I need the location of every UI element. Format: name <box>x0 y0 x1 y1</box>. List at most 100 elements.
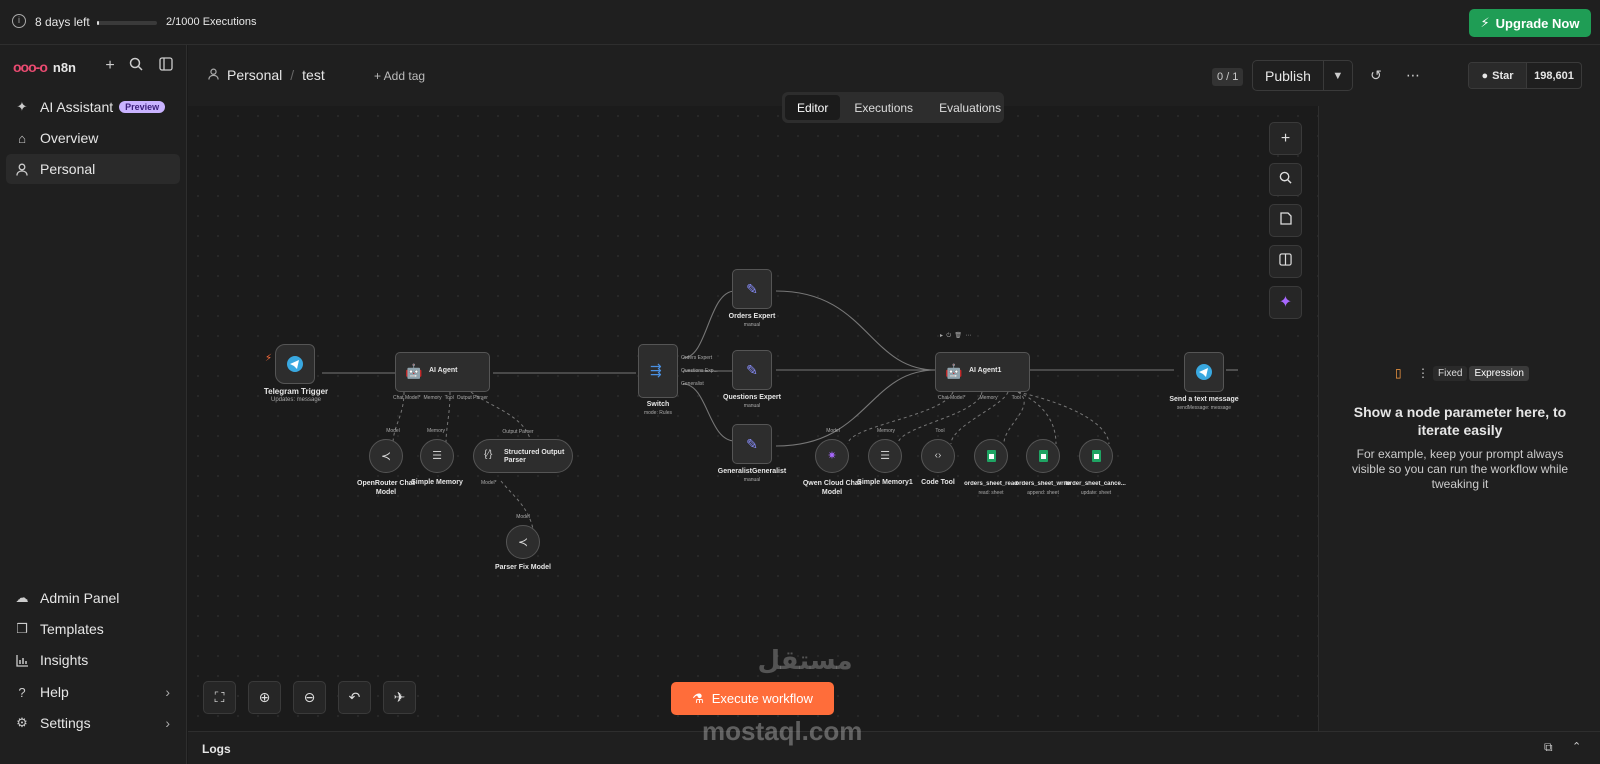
orders-sheet-write-node[interactable] <box>1026 439 1060 473</box>
sidebar-item-personal[interactable]: Personal <box>6 154 180 184</box>
switch-node[interactable]: ⇶ <box>638 344 678 398</box>
github-icon: ● <box>1481 69 1489 82</box>
switch-icon: ⇶ <box>650 362 662 378</box>
node-title: GeneralistGeneralist <box>717 468 787 475</box>
cloud-icon: ☁ <box>15 590 29 605</box>
orders-expert-node[interactable]: ✎ <box>732 269 772 309</box>
ai-builder-button[interactable]: ✦ <box>1269 286 1302 319</box>
node-title: Simple Memory <box>411 479 463 486</box>
structured-output-parser-node[interactable]: {⁄} Structured Output Parser <box>473 439 573 473</box>
port-label: Memory <box>423 395 442 401</box>
google-sheets-icon <box>1039 450 1048 462</box>
node-subtitle: mode: Rules <box>643 410 673 416</box>
orders-sheet-read-node[interactable] <box>974 439 1008 473</box>
sticky-note-button[interactable] <box>1269 204 1302 237</box>
more-icon[interactable]: ⋯ <box>1404 66 1422 84</box>
workflow-canvas[interactable]: ⚡ Telegram Trigger Updates: message 🤖 AI… <box>188 106 1318 731</box>
sidebar-item-overview[interactable]: ⌂ Overview <box>6 123 180 153</box>
toggle-panel-button[interactable] <box>1269 245 1302 278</box>
simple-memory1-node[interactable]: ☰ <box>868 439 902 473</box>
execute-workflow-button[interactable]: ⚗ Execute workflow <box>671 682 834 715</box>
zoom-in-button[interactable]: ⊕ <box>248 681 281 714</box>
database-icon: ☰ <box>432 450 442 462</box>
more-vertical-icon[interactable]: ⋮ <box>1417 366 1429 380</box>
tab-evaluations[interactable]: Evaluations <box>927 95 1013 120</box>
add-tag-button[interactable]: + Add tag <box>374 69 425 83</box>
undo-icon: ↶ <box>348 689 361 705</box>
port-label: Generalist <box>681 381 704 387</box>
search-icon[interactable] <box>127 57 145 75</box>
send-message-node[interactable] <box>1184 352 1224 392</box>
node-subtitle: manual <box>743 322 761 328</box>
fixed-expression-toggle[interactable]: Fixed Expression <box>1433 366 1529 381</box>
sidebar-item-label: AI Assistant <box>40 99 114 115</box>
publish-button[interactable]: Publish ▼ <box>1252 60 1353 91</box>
search-nodes-button[interactable] <box>1269 163 1302 196</box>
add-icon[interactable]: + <box>101 57 119 75</box>
history-icon[interactable]: ↺ <box>1367 66 1385 84</box>
pencil-icon: ✎ <box>746 362 758 378</box>
sidebar-item-insights[interactable]: Insights <box>6 645 180 675</box>
telegram-trigger-node[interactable] <box>275 344 315 384</box>
breadcrumb-separator: / <box>290 67 295 83</box>
openrouter-node[interactable]: ≺ <box>369 439 403 473</box>
port-label: Memory <box>426 428 446 434</box>
broom-icon: ✈ <box>393 689 406 705</box>
node-subtitle: Updates: message <box>270 397 322 403</box>
collapse-sidebar-icon[interactable] <box>157 57 175 75</box>
sidebar-item-ai-assistant[interactable]: ✦ AI Assistant Preview <box>6 92 180 122</box>
trigger-bolt-icon: ⚡ <box>265 353 273 364</box>
questions-expert-node[interactable]: ✎ <box>732 350 772 390</box>
zoom-out-button[interactable]: ⊖ <box>293 681 326 714</box>
chevron-down-icon[interactable]: ▼ <box>1322 61 1352 90</box>
node-parameter-panel: ▯ ⋮ Fixed Expression Show a node paramet… <box>1318 106 1600 731</box>
simple-memory-node[interactable]: ☰ <box>420 439 454 473</box>
expression-option[interactable]: Expression <box>1469 366 1529 381</box>
tab-editor[interactable]: Editor <box>785 95 841 120</box>
upgrade-button[interactable]: ⚡ Upgrade Now <box>1469 9 1591 37</box>
port-label: Model* <box>481 480 497 486</box>
port-label: Tool <box>444 395 454 401</box>
execute-label: Execute workflow <box>711 691 813 706</box>
sidebar-item-admin-panel[interactable]: ☁ Admin Panel <box>6 583 180 613</box>
help-icon: ? <box>18 684 26 700</box>
pin-icon: ▯ <box>1395 366 1402 380</box>
chart-icon <box>14 652 30 668</box>
fixed-option[interactable]: Fixed <box>1433 366 1468 381</box>
parser-fix-model-node[interactable]: ≺ <box>506 525 540 559</box>
logs-bar[interactable]: Logs ⧉ ⌃ <box>188 731 1600 764</box>
ai-agent-node[interactable]: 🤖 AI Agent <box>395 352 490 392</box>
sidebar-item-templates[interactable]: ❒ Templates <box>6 614 180 644</box>
database-icon: ☰ <box>880 450 890 462</box>
openrouter-icon: ≺ <box>517 535 529 549</box>
github-star-button[interactable]: ● Star 198,601 <box>1468 62 1582 89</box>
workflow-name[interactable]: test <box>302 67 325 83</box>
tab-executions[interactable]: Executions <box>842 95 925 120</box>
google-sheets-icon <box>1092 450 1101 462</box>
node-actions[interactable]: ▸ ⏻ 🗑 ⋯ <box>940 332 971 340</box>
add-node-button[interactable]: + <box>1269 122 1302 155</box>
undo-button[interactable]: ↶ <box>338 681 371 714</box>
popout-icon[interactable]: ⧉ <box>1544 740 1553 755</box>
fit-view-button[interactable]: ⛶ <box>203 681 236 714</box>
sidebar-item-label: Overview <box>40 130 99 146</box>
google-sheets-icon <box>987 450 996 462</box>
panel-title: Show a node parameter here, to iterate e… <box>1353 404 1567 438</box>
chevron-up-icon[interactable]: ⌃ <box>1572 740 1581 753</box>
search-icon <box>1279 171 1292 184</box>
watermark-text: mostaql.com <box>702 716 863 746</box>
code-tool-node[interactable]: ‹› <box>921 439 955 473</box>
openrouter-icon: ≺ <box>380 449 392 463</box>
executions-count: 2/1000 Executions <box>166 16 257 28</box>
clock-icon: i <box>12 14 26 28</box>
ai-agent1-node[interactable]: 🤖 AI Agent1 <box>935 352 1030 392</box>
generalist-node[interactable]: ✎ <box>732 424 772 464</box>
sidebar-item-settings[interactable]: ⚙ Settings › <box>6 708 180 738</box>
tidy-up-button[interactable]: ✈ <box>383 681 416 714</box>
qwen-node[interactable]: ✷ <box>815 439 849 473</box>
breadcrumb-project[interactable]: Personal <box>227 67 282 83</box>
logo[interactable]: ooo-o n8n <box>13 59 76 75</box>
bolt-icon: ⚡ <box>1480 15 1490 30</box>
order-sheet-cancel-node[interactable] <box>1079 439 1113 473</box>
sidebar-item-help[interactable]: ? Help › <box>6 677 180 707</box>
